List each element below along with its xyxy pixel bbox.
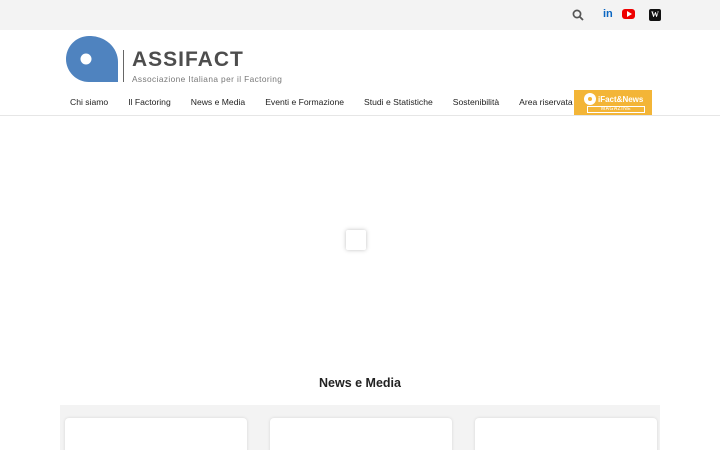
news-card[interactable]	[270, 418, 452, 450]
nav-item-eventi-e-formazione[interactable]: Eventi e Formazione	[255, 94, 354, 112]
magazine-logo-icon	[584, 93, 596, 105]
magazine-subtitle: MAGAZINE	[587, 106, 645, 113]
wikipedia-icon[interactable]: W	[649, 9, 661, 21]
brand-name: ASSIFACT	[132, 48, 244, 71]
magazine-title: iFact&News	[598, 95, 644, 104]
linkedin-icon[interactable]: in	[603, 8, 615, 21]
brand-tagline: Associazione Italiana per il Factoring	[132, 74, 283, 84]
search-icon[interactable]	[572, 9, 584, 21]
youtube-icon[interactable]	[622, 9, 635, 19]
magazine-banner[interactable]: iFact&News MAGAZINE	[574, 90, 652, 115]
logo-separator	[123, 50, 124, 82]
site-logo[interactable]: ASSIFACT Associazione Italiana per il Fa…	[62, 36, 282, 86]
nav-item-chi-siamo[interactable]: Chi siamo	[60, 94, 118, 112]
top-bar: in W	[0, 0, 720, 30]
nav-item-il-factoring[interactable]: Il Factoring	[118, 94, 181, 112]
nav-item-sostenibilita[interactable]: Sostenibilità	[443, 94, 509, 112]
section-title-news: News e Media	[319, 376, 401, 390]
nav-item-studi-e-statistiche[interactable]: Studi e Statistiche	[354, 94, 443, 112]
news-card[interactable]	[65, 418, 247, 450]
nav-item-news-e-media[interactable]: News e Media	[181, 94, 255, 112]
loading-placeholder	[346, 230, 366, 250]
main-nav: Chi siamo Il Factoring News e Media Even…	[60, 94, 583, 112]
header-divider	[0, 115, 720, 116]
news-card[interactable]	[475, 418, 657, 450]
nav-item-area-riservata[interactable]: Area riservata	[509, 94, 583, 112]
logo-mark-icon	[66, 36, 118, 82]
